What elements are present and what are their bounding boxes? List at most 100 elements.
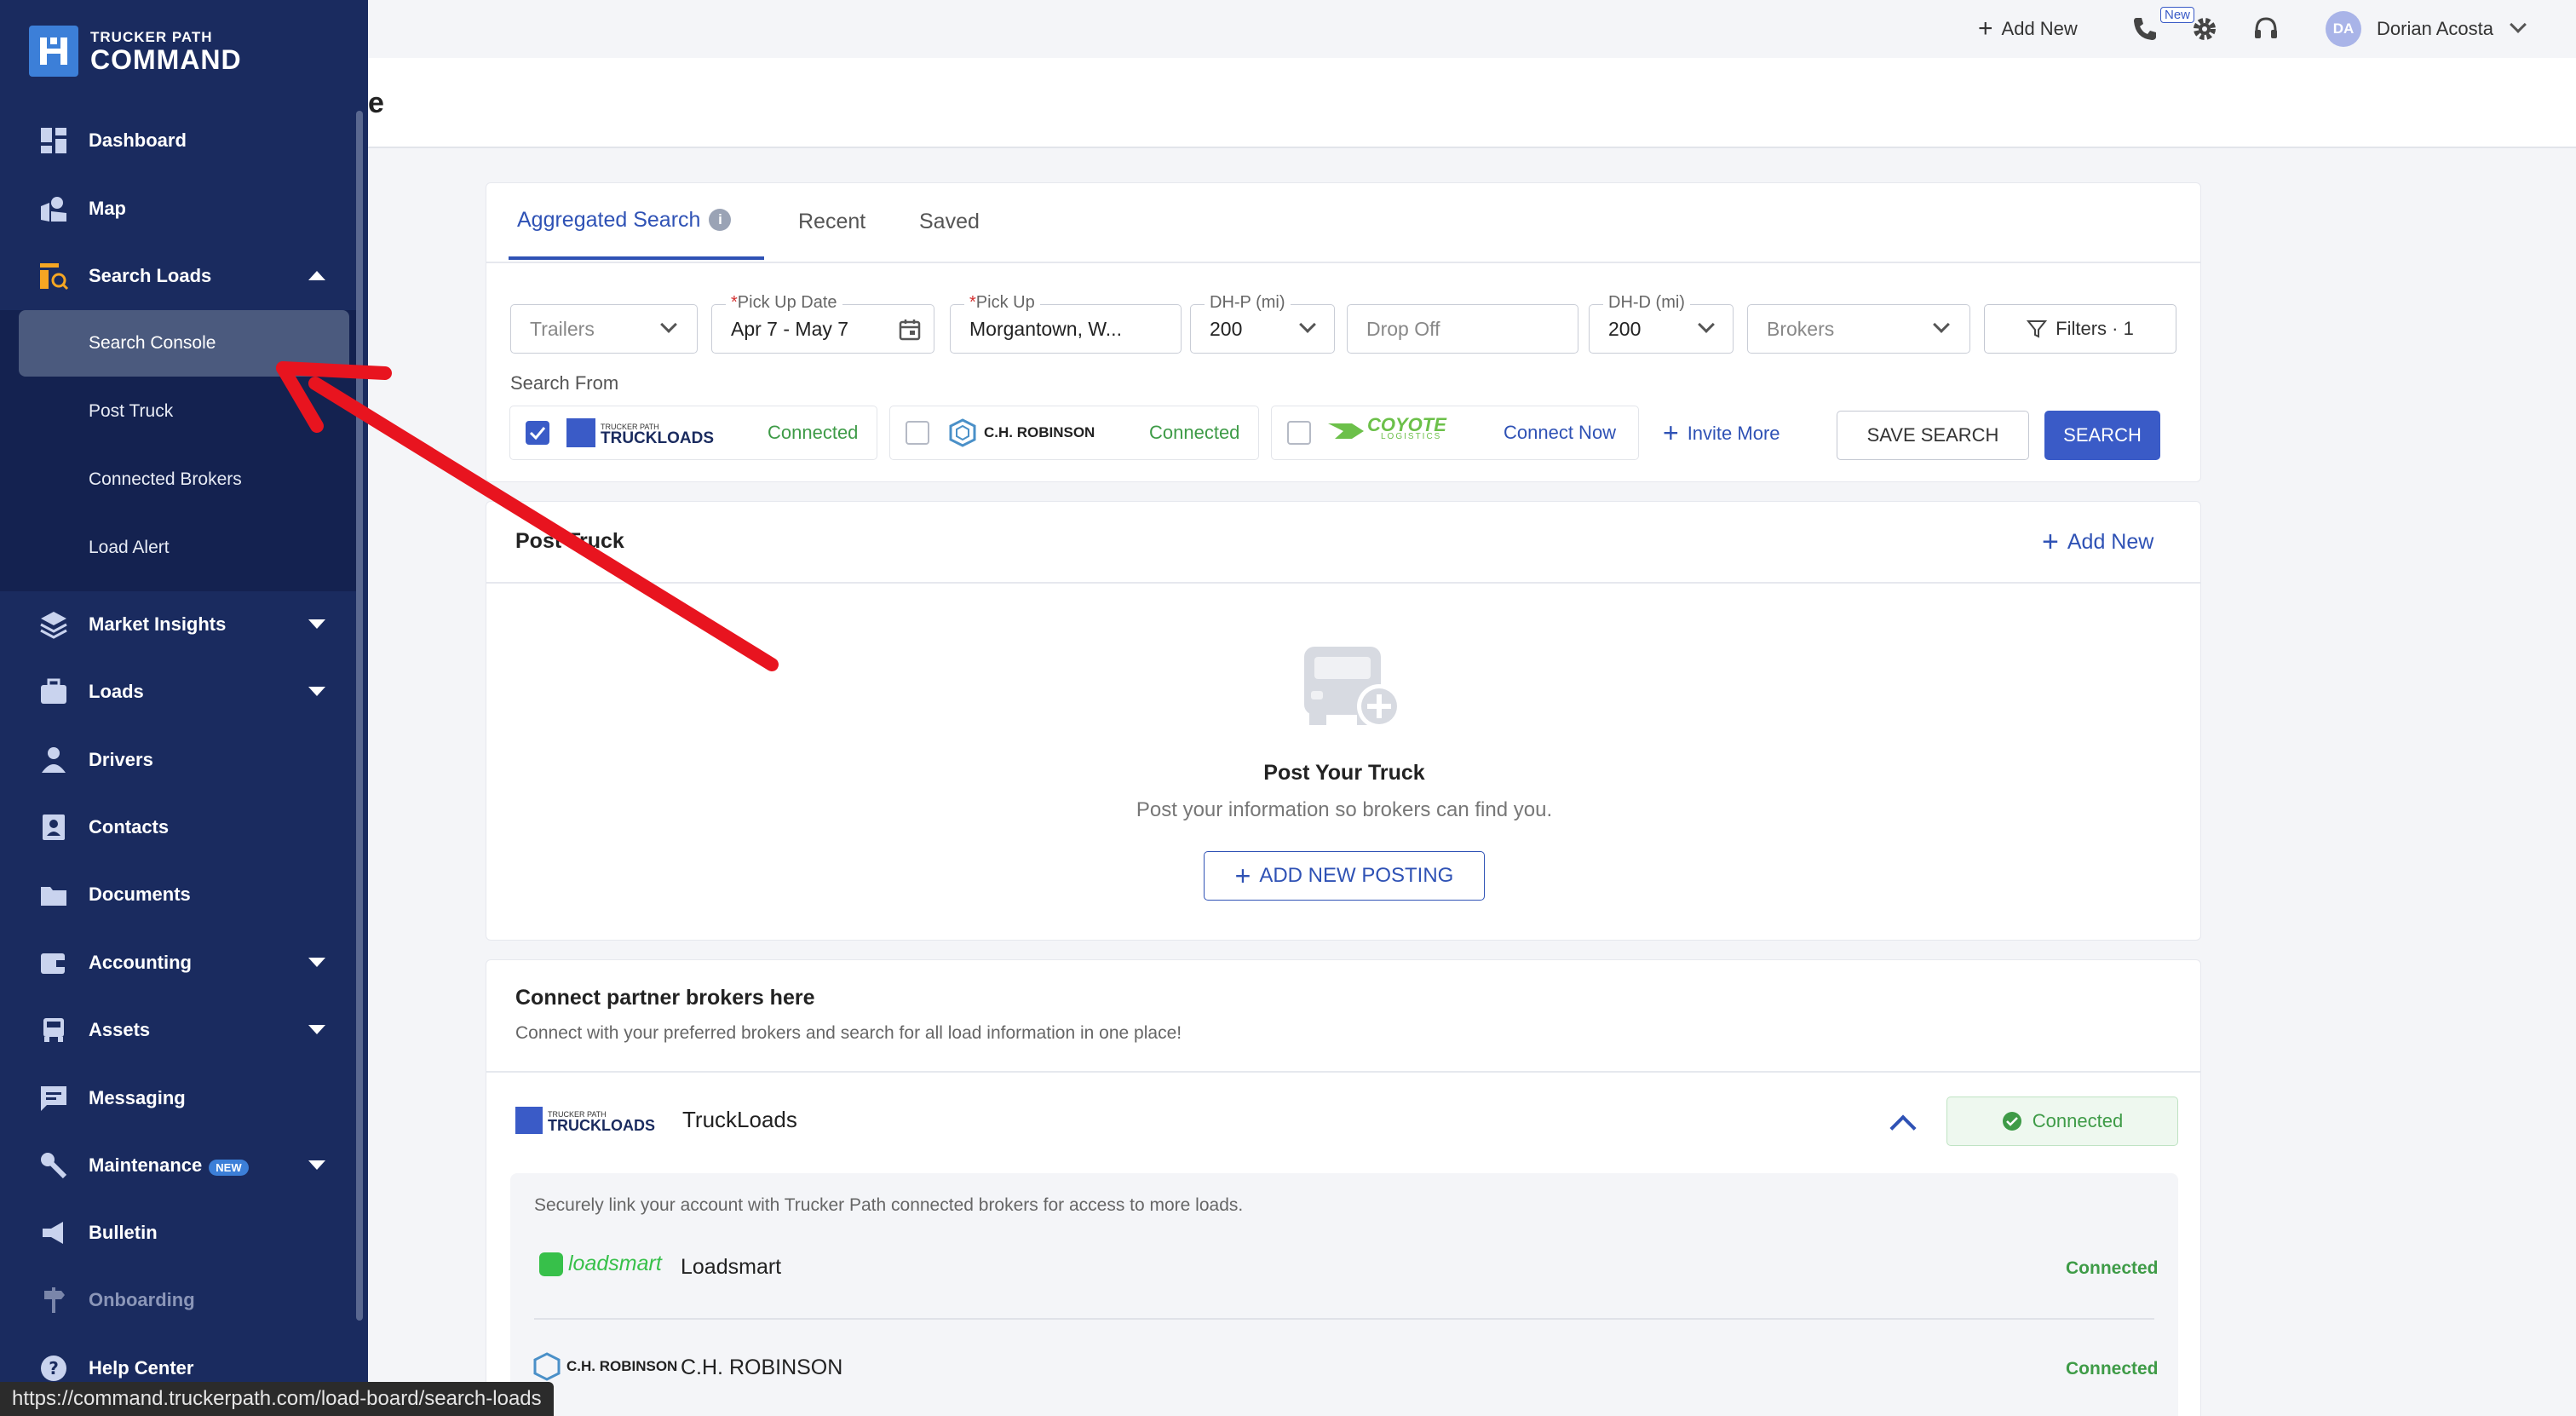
dhp-value: 200 bbox=[1210, 317, 1243, 340]
coyote-checkbox[interactable] bbox=[1287, 421, 1311, 445]
ch-robinson-partner-logo: C.H. ROBINSON bbox=[532, 1352, 677, 1381]
truckloads-checkbox[interactable] bbox=[526, 421, 549, 445]
search-loads-submenu: Search Console Post Truck Connected Brok… bbox=[0, 310, 358, 591]
save-search-label: SAVE SEARCH bbox=[1866, 424, 1999, 446]
search-button-label: SEARCH bbox=[2063, 424, 2142, 446]
save-search-button[interactable]: SAVE SEARCH bbox=[1837, 411, 2029, 460]
source-truckloads[interactable]: TRUCKER PATH TRUCKLOADS Connected bbox=[509, 406, 877, 460]
sidebar-item-loads[interactable]: Loads bbox=[0, 658, 358, 725]
partner-truckloads-logo: TRUCKER PATH TRUCKLOADS bbox=[515, 1107, 655, 1134]
sidebar-item-contacts[interactable]: Contacts bbox=[0, 793, 358, 861]
required-mark: * bbox=[731, 293, 738, 312]
chevron-up-icon[interactable] bbox=[1889, 1114, 1917, 1142]
sidebar-item-accounting[interactable]: Accounting bbox=[0, 929, 358, 996]
post-truck-add-new-link[interactable]: + Add New bbox=[2042, 526, 2153, 559]
sidebar-item-market-insights[interactable]: Market Insights bbox=[0, 590, 358, 658]
help-icon: ? bbox=[37, 1352, 70, 1384]
tab-divider bbox=[486, 262, 2200, 263]
invite-more-label: Invite More bbox=[1687, 422, 1780, 444]
page-header: e bbox=[368, 58, 2576, 148]
search-loads-icon bbox=[37, 260, 70, 292]
source-coyote[interactable]: COYOTE LOGISTICS Connect Now bbox=[1271, 406, 1639, 460]
phone-icon bbox=[2134, 18, 2156, 40]
broker-divider bbox=[534, 1318, 2154, 1320]
filters-button[interactable]: Filters · 1 bbox=[1984, 304, 2176, 354]
tab-saved[interactable]: Saved bbox=[919, 183, 980, 260]
phone-new-badge: New bbox=[2160, 7, 2195, 23]
sidebar-item-dashboard[interactable]: Dashboard bbox=[0, 106, 358, 174]
search-button[interactable]: SEARCH bbox=[2044, 411, 2160, 460]
trailers-select[interactable]: Trailers bbox=[510, 304, 698, 354]
sidebar-scrollbar[interactable] bbox=[356, 111, 363, 1321]
tab-recent[interactable]: Recent bbox=[798, 183, 865, 260]
headset-icon bbox=[2255, 17, 2277, 38]
submenu-search-console[interactable]: Search Console bbox=[19, 310, 349, 377]
post-your-truck-title: Post Your Truck bbox=[1263, 761, 1425, 785]
sidebar-item-drivers[interactable]: Drivers bbox=[0, 726, 358, 793]
sidebar-item-map[interactable]: Map bbox=[0, 175, 358, 242]
dhd-select[interactable]: DH-D (mi) 200 bbox=[1589, 293, 1734, 354]
submenu-connected-brokers[interactable]: Connected Brokers bbox=[19, 446, 349, 513]
app-logo[interactable]: TRUCKER PATH COMMAND bbox=[29, 26, 242, 77]
loadsmart-logo-icon bbox=[539, 1252, 563, 1276]
sidebar-item-label: Drivers bbox=[89, 748, 153, 770]
dashboard-icon bbox=[37, 124, 70, 157]
pickup-date-field[interactable]: *Pick Up Date Apr 7 - May 7 bbox=[711, 293, 934, 354]
source-ch-robinson[interactable]: C.H. ROBINSON Connected bbox=[889, 406, 1259, 460]
sidebar: TRUCKER PATH COMMAND Search Console Post… bbox=[0, 0, 368, 1416]
sidebar-item-onboarding[interactable]: Onboarding bbox=[0, 1266, 358, 1333]
add-new-posting-label: ADD NEW POSTING bbox=[1259, 864, 1454, 887]
submenu-label: Search Console bbox=[89, 333, 216, 353]
tab-label: Saved bbox=[919, 209, 980, 233]
add-new-posting-button[interactable]: + ADD NEW POSTING bbox=[1204, 851, 1485, 901]
phone-button[interactable]: New bbox=[2131, 0, 2195, 58]
loadsmart-name: Loadsmart bbox=[681, 1255, 782, 1279]
top-add-new-button[interactable]: + Add New bbox=[1978, 0, 2078, 58]
sidebar-item-maintenance[interactable]: Maintenance NEW bbox=[0, 1131, 358, 1199]
dhp-select[interactable]: DH-P (mi) 200 bbox=[1190, 293, 1335, 354]
truck-plus-icon bbox=[1304, 647, 1401, 728]
submenu-label: Post Truck bbox=[89, 401, 174, 421]
sidebar-item-documents[interactable]: Documents bbox=[0, 861, 358, 928]
dropoff-field[interactable]: Drop Off bbox=[1347, 304, 1578, 354]
url-status-bar: https://command.truckerpath.com/load-boa… bbox=[0, 1382, 554, 1416]
coyote-logo-icon bbox=[1328, 423, 1364, 439]
ch-robinson-status: Connected bbox=[2066, 1359, 2159, 1379]
signpost-icon bbox=[37, 1284, 70, 1316]
sidebar-item-bulletin[interactable]: Bulletin bbox=[0, 1199, 358, 1266]
pickup-label-text: Pick Up bbox=[975, 293, 1035, 312]
sidebar-item-label: Messaging bbox=[89, 1086, 186, 1108]
truck-icon bbox=[37, 1014, 70, 1046]
check-circle-icon bbox=[2002, 1112, 2021, 1131]
invite-more-link[interactable]: + Invite More bbox=[1663, 417, 1780, 449]
submenu-load-alert[interactable]: Load Alert bbox=[19, 515, 349, 581]
search-from-label: Search From bbox=[510, 372, 619, 394]
post-truck-card: Post Truck + Add New Post Your Truck Pos… bbox=[486, 501, 2201, 941]
logo-small-text: TRUCKER PATH bbox=[90, 29, 213, 45]
top-bar: + Add New New DA Dorian Acosta bbox=[368, 0, 2576, 58]
sidebar-item-label: Assets bbox=[89, 1018, 151, 1040]
brokers-select[interactable]: Brokers bbox=[1747, 304, 1970, 354]
submenu-label: Load Alert bbox=[89, 538, 170, 557]
settings-button[interactable] bbox=[2191, 0, 2218, 58]
sidebar-item-label: Search Loads bbox=[89, 264, 212, 286]
status-url: https://command.truckerpath.com/load-boa… bbox=[12, 1387, 542, 1410]
ch-robinson-logo-icon bbox=[949, 418, 976, 447]
ch-robinson-checkbox[interactable] bbox=[906, 421, 929, 445]
filters-button-label: Filters · 1 bbox=[2056, 318, 2134, 339]
pickup-location-field[interactable]: *Pick Up Morgantown, W... bbox=[950, 293, 1182, 354]
ch-robinson-logo: C.H. ROBINSON bbox=[948, 418, 1095, 447]
truckloads-logo-icon bbox=[515, 1107, 543, 1134]
user-menu[interactable]: DA Dorian Acosta bbox=[2326, 0, 2527, 58]
support-button[interactable] bbox=[2252, 0, 2280, 58]
maintenance-label: Maintenance bbox=[89, 1154, 203, 1176]
pickup-date-label-text: Pick Up Date bbox=[737, 293, 837, 312]
sidebar-item-assets[interactable]: Assets bbox=[0, 996, 358, 1063]
sidebar-item-label: Bulletin bbox=[89, 1221, 158, 1243]
sidebar-item-label: Loads bbox=[89, 680, 144, 702]
tab-aggregated-search[interactable]: Aggregated Search i bbox=[509, 183, 764, 260]
coyote-connect-now-link[interactable]: Connect Now bbox=[1504, 422, 1616, 444]
sidebar-item-search-loads[interactable]: Search Loads bbox=[0, 242, 358, 309]
sidebar-item-messaging[interactable]: Messaging bbox=[0, 1064, 358, 1131]
submenu-post-truck[interactable]: Post Truck bbox=[19, 378, 349, 445]
